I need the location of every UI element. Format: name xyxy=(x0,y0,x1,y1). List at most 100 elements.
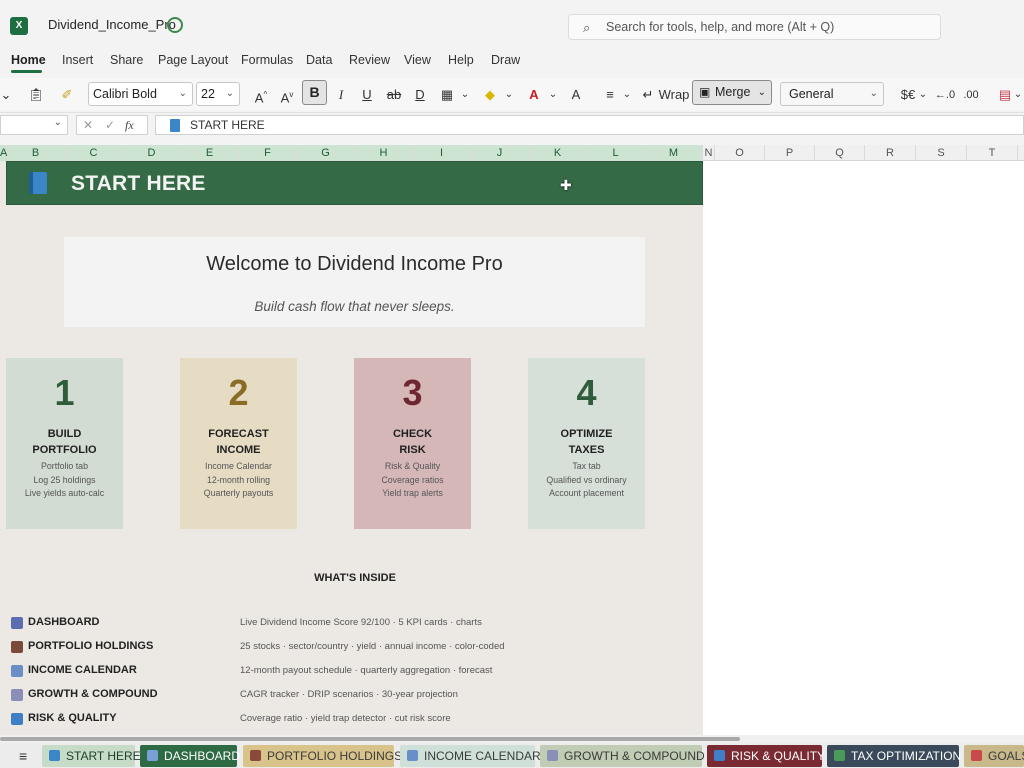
column-header[interactable]: P xyxy=(765,145,815,161)
list-item[interactable]: GROWTH & COMPOUND CAGR tracker · DRIP sc… xyxy=(0,688,703,706)
step-detail: 12-month rolling xyxy=(206,474,271,485)
tab-share[interactable]: Share xyxy=(110,53,143,67)
insert-function-button[interactable]: fx xyxy=(125,116,134,134)
sheet-tab-dashboard[interactable]: DASHBOARD xyxy=(140,745,240,767)
cancel-icon[interactable]: ✕ xyxy=(83,116,93,134)
column-header[interactable]: H xyxy=(355,145,413,161)
sheet-tab-risk-quality[interactable]: RISK & QUALITY xyxy=(707,745,825,767)
column-header[interactable]: I xyxy=(413,145,471,161)
chevron-down-icon[interactable]: ⌄ xyxy=(1012,84,1024,106)
column-header[interactable]: J xyxy=(471,145,529,161)
column-header[interactable]: A xyxy=(0,145,7,161)
paste-icon[interactable]: 📋︎ xyxy=(22,84,50,106)
step-card-forecast-income[interactable]: 2 FORECAST INCOME Income Calendar 12-month… xyxy=(180,358,297,529)
column-header[interactable]: Q xyxy=(815,145,865,161)
column-header[interactable]: C xyxy=(65,145,123,161)
bold-button[interactable]: B xyxy=(302,80,327,105)
sheet-tab-portfolio-holdings[interactable]: PORTFOLIO HOLDINGS xyxy=(243,745,402,767)
font-size-dropdown[interactable]: 22 ⌄ xyxy=(196,82,240,106)
column-header[interactable]: M xyxy=(645,145,703,161)
tab-home[interactable]: Home xyxy=(11,53,46,67)
decrease-decimal-icon[interactable]: .00 xyxy=(960,84,982,106)
undo-chevron-icon[interactable]: ⌄ xyxy=(0,84,12,106)
increase-decimal-icon[interactable]: ←.0 xyxy=(934,84,956,106)
borders-icon[interactable]: ▦ xyxy=(436,84,458,106)
step-card-check-risk[interactable]: 3 CHECK RISK Risk & Quality Coverage ratio… xyxy=(354,358,471,529)
column-header[interactable]: E xyxy=(181,145,239,161)
list-item-description: Coverage ratio · yield trap detector · c… xyxy=(240,713,451,724)
start-here-banner[interactable]: START HERE xyxy=(6,161,703,205)
tab-review[interactable]: Review xyxy=(349,53,390,67)
tab-help[interactable]: Help xyxy=(448,53,474,67)
text-effects-icon[interactable]: A xyxy=(566,84,586,106)
column-header[interactable]: L xyxy=(587,145,645,161)
align-icon[interactable]: ≡ xyxy=(600,84,620,106)
tab-page-layout[interactable]: Page Layout xyxy=(158,53,228,67)
tab-draw[interactable]: Draw xyxy=(491,53,520,67)
sheet-tab-tax-optimization[interactable]: TAX OPTIMIZATION xyxy=(827,745,961,767)
chevron-down-icon[interactable]: ⌄ xyxy=(546,84,560,106)
chevron-down-icon[interactable]: ⌄ xyxy=(458,84,472,106)
chevron-down-icon[interactable]: ⌄ xyxy=(917,84,929,106)
column-header[interactable]: T xyxy=(967,145,1018,161)
underline-button[interactable]: U xyxy=(357,84,377,106)
name-box[interactable]: ⌄ xyxy=(0,115,68,135)
column-header[interactable]: O xyxy=(715,145,765,161)
all-sheets-menu-icon[interactable]: ≡ xyxy=(19,748,27,764)
chevron-down-icon[interactable]: ⌄ xyxy=(620,84,634,106)
tab-data[interactable]: Data xyxy=(306,53,332,67)
font-color-icon[interactable]: A xyxy=(524,84,544,106)
step-details: Income Calendar 12-month rolling Quarterly… xyxy=(180,460,297,501)
tab-formulas[interactable]: Formulas xyxy=(241,53,293,67)
font-name-dropdown[interactable]: Calibri Bold ⌄ xyxy=(88,82,193,106)
document-title[interactable]: Dividend_Income_Pro xyxy=(48,17,176,32)
column-header[interactable]: G xyxy=(297,145,355,161)
merge-button[interactable]: ▣ Merge ⌄ xyxy=(692,80,772,105)
scrollbar-thumb[interactable] xyxy=(0,737,740,741)
step-title-line1: CHECK xyxy=(392,428,433,440)
confirm-icon[interactable]: ✓ xyxy=(105,116,115,134)
sheet-tab-growth-compound[interactable]: GROWTH & COMPOUND xyxy=(540,745,705,767)
italic-button[interactable]: I xyxy=(331,84,351,106)
sheet-tab-start-here[interactable]: START HERE xyxy=(42,745,141,767)
excel-app-icon[interactable]: X xyxy=(10,17,28,35)
list-item[interactable]: INCOME CALENDAR 12-month payout schedule… xyxy=(0,664,703,682)
tab-view[interactable]: View xyxy=(404,53,431,67)
increase-font-icon[interactable]: A^ xyxy=(250,84,272,106)
list-item[interactable]: PORTFOLIO HOLDINGS 25 stocks · sector/co… xyxy=(0,640,703,658)
column-header[interactable]: K xyxy=(529,145,587,161)
currency-button[interactable]: $€ xyxy=(897,84,919,106)
fill-color-icon[interactable]: ◆ xyxy=(480,84,500,106)
column-header[interactable]: S xyxy=(916,145,967,161)
sheet-tab-goals[interactable]: GOALS xyxy=(964,745,1024,767)
search-input[interactable]: ⌕ Search for tools, help, and more (Alt … xyxy=(568,14,941,40)
wrap-button[interactable]: Wrap xyxy=(658,84,690,106)
formula-input[interactable]: START HERE xyxy=(155,115,1024,135)
welcome-subtitle: Build cash flow that never sleeps. xyxy=(254,299,455,314)
tab-insert[interactable]: Insert xyxy=(62,53,93,67)
decrease-font-icon[interactable]: Av xyxy=(276,84,298,106)
column-header[interactable]: D xyxy=(123,145,181,161)
sheet-tab-label: GROWTH & COMPOUND xyxy=(564,749,705,763)
line-chart-icon xyxy=(11,689,23,701)
sheet-tab-label: PORTFOLIO HOLDINGS xyxy=(267,749,403,763)
strikethrough-icon[interactable]: ab xyxy=(384,84,404,106)
list-item-label: GROWTH & COMPOUND xyxy=(28,688,158,700)
title-bar: X Dividend_Income_Pro ⌕ Search for tools… xyxy=(0,0,1024,54)
double-underline-icon[interactable]: D xyxy=(410,84,430,106)
step-card-optimize-taxes[interactable]: 4 OPTIMIZE TAXES Tax tab Qualified vs ordi… xyxy=(528,358,645,529)
column-header[interactable]: B xyxy=(7,145,65,161)
step-title-line1: FORECAST xyxy=(208,428,269,440)
number-format-dropdown[interactable]: General ⌄ xyxy=(780,82,884,106)
column-header[interactable]: N xyxy=(703,145,715,161)
step-card-build-portfolio[interactable]: 1 BUILD PORTFOLIO Portfolio tab Log 25 hol… xyxy=(6,358,123,529)
chevron-down-icon[interactable]: ⌄ xyxy=(502,84,516,106)
list-item[interactable]: RISK & QUALITY Coverage ratio · yield tr… xyxy=(0,712,703,730)
list-item[interactable]: DASHBOARD Live Dividend Income Score 92/… xyxy=(0,616,703,634)
sheet-tab-label: INCOME CALENDAR xyxy=(424,749,541,763)
format-painter-icon[interactable]: ✐ xyxy=(58,84,76,106)
column-header[interactable]: R xyxy=(865,145,916,161)
sheet-tab-income-calendar[interactable]: INCOME CALENDAR xyxy=(400,745,541,767)
step-title: OPTIMIZE TAXES xyxy=(528,426,645,458)
column-header[interactable]: F xyxy=(239,145,297,161)
